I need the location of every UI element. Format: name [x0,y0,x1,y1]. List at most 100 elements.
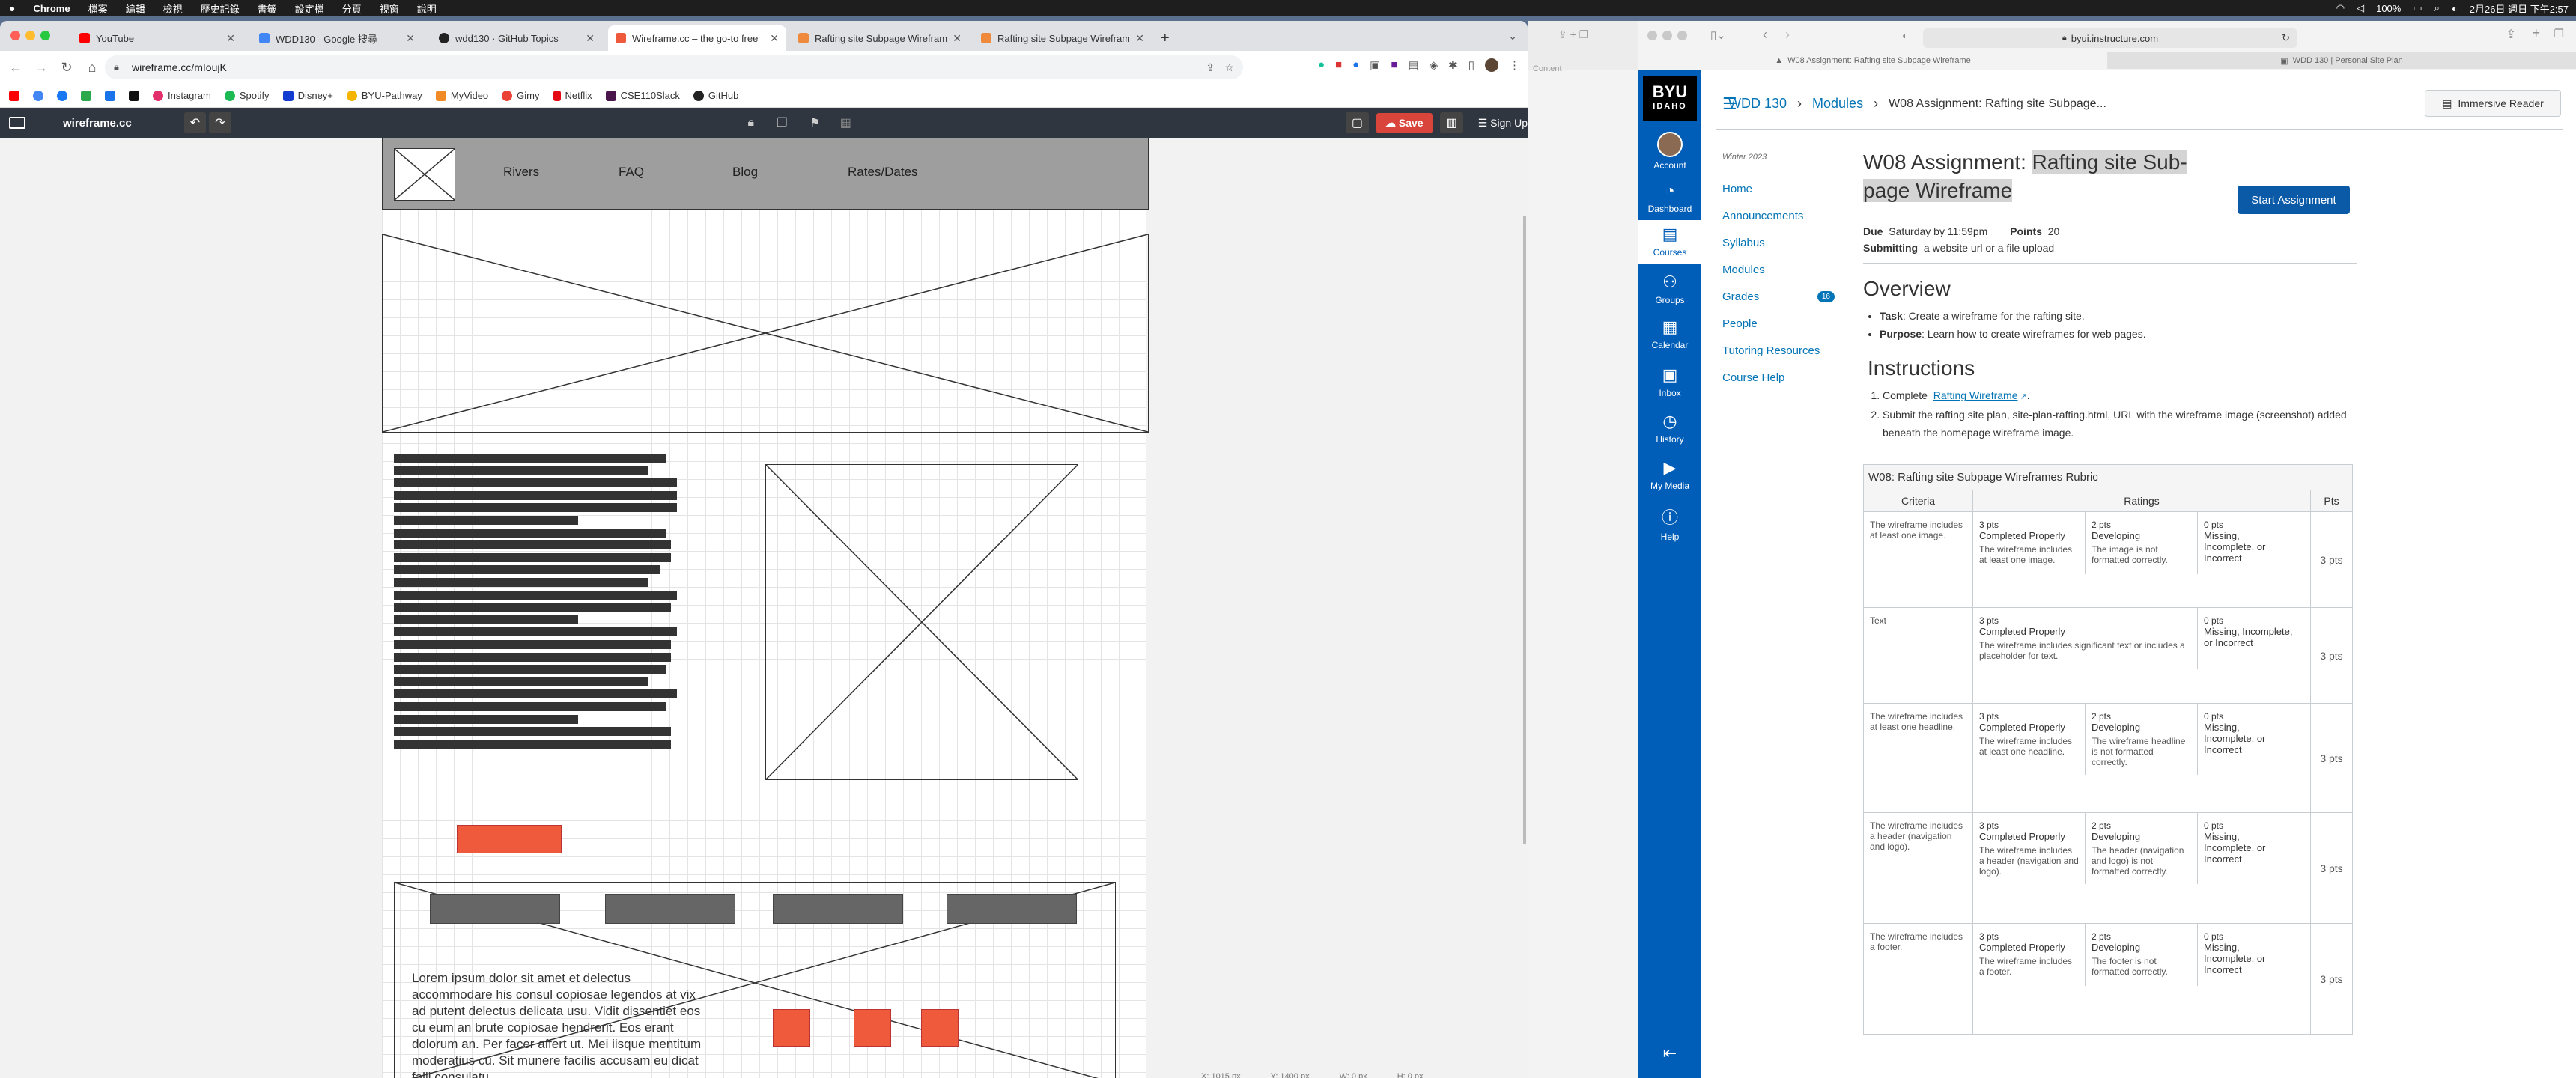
clock[interactable]: 2月26日 週日 下午2:57 [2470,1,2569,16]
tab-overview-icon[interactable]: ❐ [2554,27,2564,40]
close-window-icon[interactable] [10,31,20,40]
extension-icon[interactable]: ◈ [1430,58,1439,72]
wf-footer-text[interactable]: Lorem ipsum dolor sit amet et delectus a… [412,970,711,1078]
global-nav-courses[interactable]: ▤ Courses [1638,220,1701,264]
wifi-icon[interactable]: ◠ [2336,2,2345,14]
wireframe-canvas[interactable]: Rivers FAQ Blog Rates/Dates Lorem ipsum … [0,138,1528,1078]
course-nav-help[interactable]: Course Help [1722,364,1857,391]
bookmark-disney[interactable]: Disney+ [282,90,333,101]
immersive-reader-button[interactable]: ▤ Immersive Reader [2425,90,2561,117]
search-icon[interactable]: ⌕ [2434,2,2440,14]
bookmark-gimy[interactable]: Gimy [502,90,540,101]
safari-tab-assignment[interactable]: ▲ W08 Assignment: Rafting site Subpage Wi… [1638,52,2107,69]
menu-help[interactable]: 說明 [408,1,446,16]
menu-history[interactable]: 歷史記錄 [192,1,249,16]
menu-tab[interactable]: 分頁 [333,1,371,16]
sidebar-icon[interactable]: ▯⌄ [1710,28,1726,42]
bookmark-youtube[interactable] [9,90,19,101]
menu-bookmarks[interactable]: 書籤 [249,1,286,16]
more-menu-icon[interactable]: ⋮ [1509,58,1520,72]
site-info-icon[interactable]: 🔒︎ [114,61,119,73]
global-nav-groups[interactable]: ⚇ Groups [1638,272,1701,305]
breadcrumb-modules[interactable]: Modules [1812,96,1863,112]
wireframe-brand[interactable]: wireframe.cc [63,117,132,130]
comment-icon[interactable]: ▢ [1345,112,1369,133]
course-nav-syllabus[interactable]: Syllabus [1722,229,1857,256]
extension-icon[interactable]: ▤ [1408,58,1418,72]
menu-window[interactable]: 視窗 [371,1,408,16]
wf-header[interactable] [382,138,1149,210]
tab-google-search[interactable]: WDD130 - Google 搜尋 ✕ [252,25,422,51]
extensions-puzzle-icon[interactable]: ✱ [1448,58,1458,72]
copy-icon[interactable]: ❐ [777,115,787,130]
wf-nav-faq[interactable]: FAQ [619,165,644,180]
bookmark-sheets[interactable] [81,90,91,101]
share-icon[interactable]: ⇪ [1206,61,1215,74]
extension-icon[interactable]: ■ [1391,58,1397,72]
forward-icon[interactable]: → [31,60,51,76]
extension-icon[interactable]: ▣ [1370,58,1380,72]
bookmark-instagram[interactable]: Instagram [153,90,211,101]
reload-icon[interactable]: ↻ [57,60,76,76]
global-nav-calendar[interactable]: ▦ Calendar [1638,317,1701,350]
new-tab-button[interactable]: + [1153,25,1176,51]
safari-tab-site-plan[interactable]: ▣ WDD 130 | Personal Site Plan [2107,52,2576,69]
forward-icon[interactable]: › [1785,27,1790,43]
save-button[interactable]: ☁︎ Save [1376,112,1433,133]
course-nav-tutoring[interactable]: Tutoring Resources [1722,337,1857,364]
wf-side-image[interactable] [765,464,1078,780]
menu-profiles[interactable]: 設定檔 [286,1,333,16]
reload-icon[interactable]: ↻ [2282,32,2290,44]
style-icon[interactable]: ⚑ [809,115,820,130]
redo-icon[interactable]: ↷ [209,112,231,133]
menu-edit[interactable]: 編輯 [117,1,154,16]
tab-youtube[interactable]: YouTube ✕ [72,25,243,51]
byu-idaho-logo[interactable]: BYU IDAHO [1643,76,1697,121]
close-tab-icon[interactable]: ✕ [1135,32,1144,45]
wf-red-button[interactable] [457,825,562,853]
menu-view[interactable]: 檢視 [154,1,192,16]
global-nav-inbox[interactable]: ▣ Inbox [1638,365,1701,398]
back-icon[interactable]: ‹ [1763,27,1767,43]
lock-icon[interactable]: 🔒︎ [748,116,755,130]
apple-icon[interactable]: ● [0,2,24,14]
control-center-icon[interactable]: ◐ [2452,3,2458,14]
wf-footer-link-2[interactable] [605,894,735,924]
wf-footer-link-3[interactable] [773,894,903,924]
course-nav-modules[interactable]: Modules [1722,256,1857,283]
settings-icon[interactable]: ▥ [1439,112,1463,133]
collapse-nav-icon[interactable]: ⇤ [1638,1044,1701,1063]
extension-icon[interactable]: ● [1352,58,1359,72]
canvas-scrollbar[interactable] [1523,216,1526,844]
bookmark-site[interactable] [105,90,115,101]
menu-file[interactable]: 檔案 [79,1,117,16]
global-nav-my-media[interactable]: ▶ My Media [1638,458,1701,491]
tab-wireframe[interactable]: Wireframe.cc – the go-to free ✕ [608,25,786,51]
close-tab-icon[interactable]: ✕ [953,32,962,45]
side-panel-icon[interactable]: ▯ [1468,58,1474,72]
course-nav-people[interactable]: People [1722,310,1857,337]
tab-search-icon[interactable]: ⌄ [1508,30,1517,43]
zoom-window-icon[interactable] [1677,31,1687,40]
course-nav-announcements[interactable]: Announcements [1722,202,1857,229]
new-tab-icon[interactable]: + [2532,25,2540,41]
home-icon[interactable]: ⌂ [82,60,102,76]
wf-footer-link-4[interactable] [947,894,1077,924]
bookmark-google[interactable] [33,90,43,101]
wf-social-icon-3[interactable] [921,1009,959,1047]
share-icon[interactable]: ⇪ [2506,27,2516,42]
volume-icon[interactable]: ◁ [2357,2,2364,14]
bookmark-spotify[interactable]: Spotify [224,90,270,101]
grid-icon[interactable]: ▦ [840,115,851,130]
undo-icon[interactable]: ↶ [183,112,207,133]
global-nav-dashboard[interactable]: ◔ Dashboard [1638,181,1701,214]
zoom-window-icon[interactable] [40,31,50,40]
tab-rafting-2[interactable]: Rafting site Subpage Wirefram ✕ [973,25,1152,51]
bookmark-slack[interactable]: CSE110Slack [605,90,680,101]
minimize-window-icon[interactable] [1662,31,1672,40]
start-assignment-button[interactable]: Start Assignment [2238,186,2350,214]
bookmark-netflix[interactable]: Netflix [553,90,592,101]
wf-nav-blog[interactable]: Blog [732,165,758,180]
global-nav-account[interactable]: Account [1638,132,1701,171]
signup-menu[interactable]: ☰ Sign Up [1478,117,1528,130]
